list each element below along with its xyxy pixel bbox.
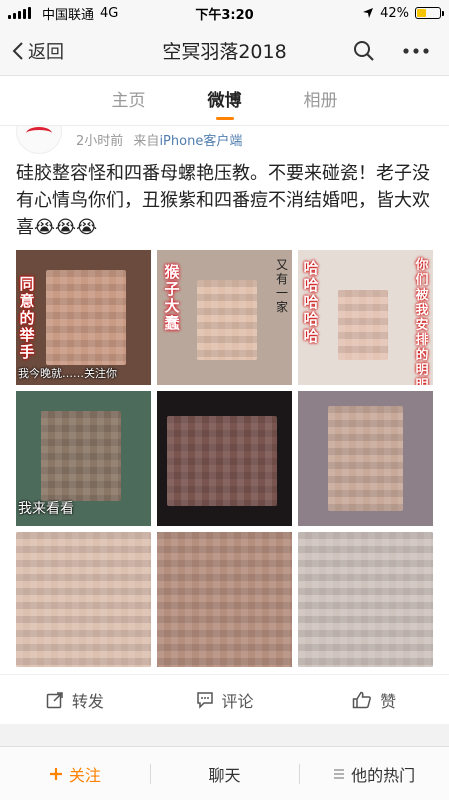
battery-icon: [415, 7, 444, 19]
image-thumb-7[interactable]: [16, 532, 151, 667]
censor-mosaic: [197, 280, 257, 360]
image-vertical-text-2: 猴子大蠢: [164, 263, 180, 332]
image-vertical-text-1: 同意的举手: [19, 275, 35, 361]
tab-weibo[interactable]: 微博: [208, 76, 242, 126]
like-icon: [352, 691, 372, 708]
image-thumb-2[interactable]: 猴子大蠢 又有一家: [157, 250, 292, 385]
hot-posts-button[interactable]: 他的热门: [299, 762, 449, 786]
post-source-prefix: 来自: [133, 134, 160, 149]
censor-mosaic: [167, 416, 277, 506]
post-meta: 2小时前 来自iPhone客户端: [16, 126, 436, 154]
like-button[interactable]: 赞: [299, 675, 449, 724]
image-thumb-8[interactable]: [157, 532, 292, 667]
follow-button[interactable]: 关注: [0, 762, 150, 786]
image-thumb-4[interactable]: 我来看看: [16, 391, 151, 526]
profile-tabs: 主页 微博 相册: [0, 76, 449, 126]
network-type: 4G: [100, 5, 119, 21]
image-thumb-9[interactable]: [298, 532, 433, 667]
image-thumb-6[interactable]: [298, 391, 433, 526]
tab-album[interactable]: 相册: [304, 76, 338, 126]
censor-mosaic: [46, 270, 126, 365]
like-label: 赞: [380, 691, 397, 711]
post-time: 2小时前: [76, 134, 124, 149]
search-icon[interactable]: [353, 40, 375, 62]
avatar[interactable]: [16, 126, 62, 154]
image-thumb-5[interactable]: [157, 391, 292, 526]
censor-mosaic: [16, 532, 151, 667]
hot-posts-label: 他的热门: [351, 765, 416, 785]
censor-mosaic: [157, 532, 292, 667]
image-overlay-text-3: 哈哈哈哈哈: [303, 259, 319, 345]
carrier: 中国联通: [42, 7, 95, 23]
post-actions: 转发 评论 赞: [0, 674, 449, 724]
back-label: 返回: [28, 41, 64, 63]
signal-icon: [8, 7, 31, 19]
comment-label: 评论: [221, 691, 254, 711]
status-bar: 中国联通 4G 下午3:20 42%: [0, 0, 449, 26]
comment-button[interactable]: 评论: [150, 675, 300, 724]
location-arrow-icon: [363, 8, 374, 18]
image-vertical-text-3: 你们被我安排的明明白白: [415, 258, 429, 385]
bottom-bar: 关注 聊天 他的热门: [0, 746, 449, 800]
censor-mosaic: [41, 411, 121, 501]
censor-mosaic: [328, 406, 403, 511]
censor-mosaic: [298, 532, 433, 667]
battery-percent: 42%: [380, 5, 409, 21]
battery-fill: [417, 9, 427, 17]
share-icon: [46, 691, 63, 708]
back-button[interactable]: 返回: [0, 38, 64, 64]
censor-mosaic: [338, 290, 388, 360]
image-grid: 同意的举手 我今晚就……关注你 猴子大蠢 又有一家 哈哈哈哈哈 你们被我安排的明…: [16, 250, 434, 667]
post-card: 2小时前 来自iPhone客户端 硅胶整容怪和四番母螺艳压教。不要来碰瓷！老子没…: [0, 126, 449, 724]
menu-icon: [334, 768, 345, 779]
post-text: 硅胶整容怪和四番母螺艳压教。不要来碰瓷！老子没有心情鸟你们，丑猴紫和四番痘不消结…: [16, 163, 430, 238]
image-caption-1: 我今晚就……关注你: [18, 367, 117, 380]
repost-button[interactable]: 转发: [0, 675, 150, 724]
chat-button[interactable]: 聊天: [149, 762, 300, 786]
chat-label: 聊天: [208, 765, 241, 785]
chevron-left-icon: [12, 41, 23, 60]
image-caption-4: 我来看看: [18, 501, 74, 517]
repost-label: 转发: [71, 691, 104, 711]
comment-icon: [196, 691, 213, 709]
tab-home[interactable]: 主页: [112, 76, 146, 126]
plus-icon: [49, 767, 62, 780]
image-thumb-1[interactable]: 同意的举手 我今晚就……关注你: [16, 250, 151, 385]
nav-bar: 返回 空冥羽落2018: [0, 26, 449, 76]
follow-label: 关注: [68, 765, 101, 785]
image-thumb-3[interactable]: 哈哈哈哈哈 你们被我安排的明明白白: [298, 250, 433, 385]
post-source[interactable]: iPhone客户端: [159, 134, 242, 149]
image-overlay-text-2: 又有一家: [276, 258, 289, 314]
more-icon[interactable]: [403, 47, 429, 54]
